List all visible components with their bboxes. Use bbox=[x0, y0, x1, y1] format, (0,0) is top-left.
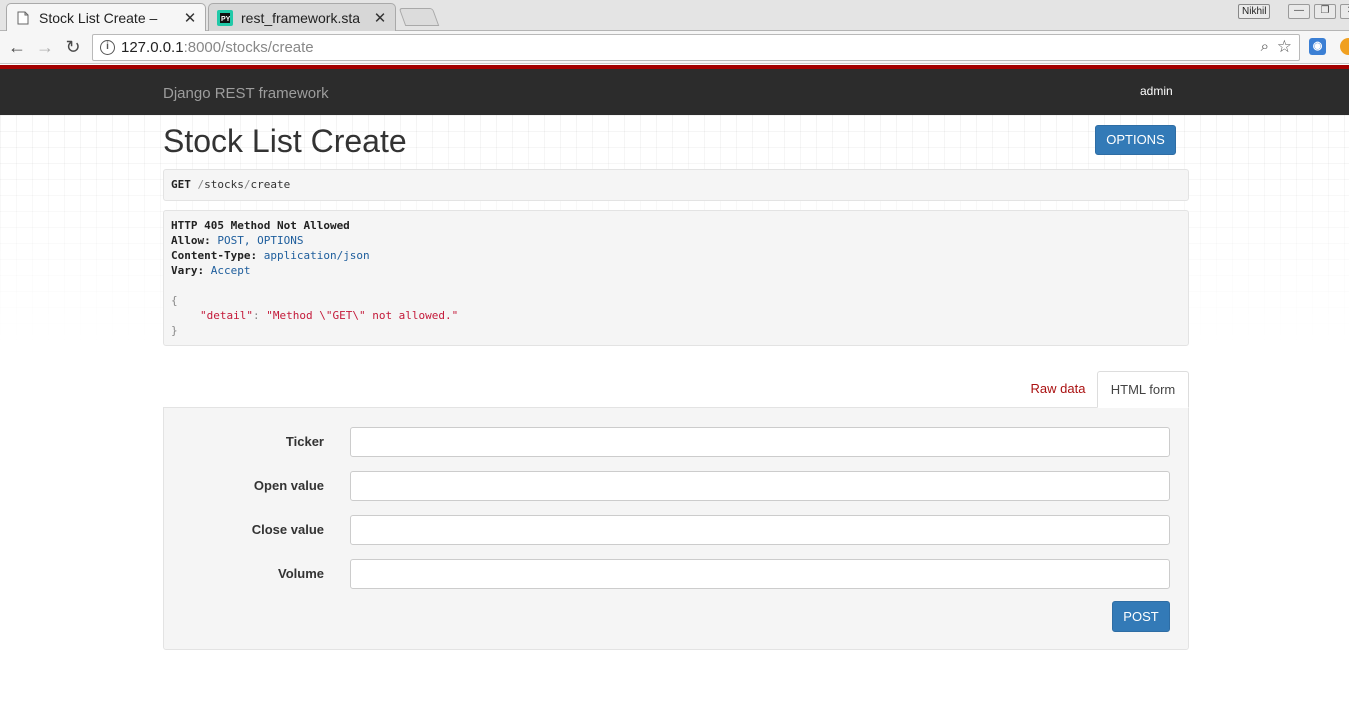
form-row-close-value: Close value bbox=[164, 515, 1190, 545]
browser-toolbar: ← → ↻ i 127.0.0.1:8000/stocks/create ⌕ ☆ bbox=[0, 31, 1349, 64]
post-button[interactable]: POST bbox=[1112, 601, 1170, 632]
request-info: GET /stocks/create bbox=[163, 169, 1189, 201]
browser-tab-active[interactable]: Stock List Create – ✕ bbox=[6, 3, 206, 31]
svg-text:PY: PY bbox=[221, 16, 231, 23]
response-header: Allow: POST, OPTIONS bbox=[171, 234, 304, 247]
open-value-input[interactable] bbox=[350, 471, 1170, 501]
volume-label: Volume bbox=[278, 566, 324, 581]
json-close-brace: } bbox=[171, 324, 178, 337]
response-header: Vary: Accept bbox=[171, 264, 251, 277]
page-title: Stock List Create bbox=[163, 123, 407, 159]
response-status: HTTP 405 Method Not Allowed bbox=[171, 219, 350, 232]
extension-icon[interactable]: ◉ bbox=[1309, 38, 1326, 55]
path-separator: / bbox=[243, 178, 251, 191]
browser-tabstrip: Stock List Create – ✕ PY rest_framework.… bbox=[0, 0, 1349, 31]
tab-html-form[interactable]: HTML form bbox=[1097, 371, 1189, 408]
json-key: "detail" bbox=[200, 309, 253, 322]
close-window-button[interactable]: ✕ bbox=[1340, 4, 1349, 19]
form-tabs: Raw data HTML form bbox=[163, 371, 1189, 408]
form-row-open-value: Open value bbox=[164, 471, 1190, 501]
forward-arrow-icon[interactable]: → bbox=[34, 36, 56, 58]
ticker-label: Ticker bbox=[285, 434, 324, 449]
json-colon: : bbox=[252, 309, 260, 322]
minimize-button[interactable]: — bbox=[1288, 4, 1310, 19]
navbar-brand[interactable]: Django REST framework bbox=[163, 85, 329, 102]
close-value-input[interactable] bbox=[350, 515, 1170, 545]
url-host: 127.0.0.1 bbox=[121, 39, 184, 56]
response-header: Content-Type: application/json bbox=[171, 249, 370, 262]
bookmark-star-icon[interactable]: ☆ bbox=[1277, 37, 1292, 57]
profile-badge[interactable]: Nikhil bbox=[1238, 4, 1271, 19]
ticker-input[interactable] bbox=[350, 427, 1170, 457]
volume-input[interactable] bbox=[350, 559, 1170, 589]
form-row-volume: Volume bbox=[164, 559, 1190, 589]
new-tab-button[interactable] bbox=[398, 8, 440, 26]
form-row-ticker: Ticker bbox=[164, 427, 1190, 457]
url-path: :8000/stocks/create bbox=[183, 39, 314, 56]
close-tab-icon[interactable]: ✕ bbox=[183, 9, 197, 27]
request-method: GET bbox=[171, 178, 191, 191]
zoom-icon[interactable]: ⌕ bbox=[1261, 38, 1269, 55]
json-line: "detail": "Method \"GET\" not allowed." bbox=[171, 308, 1181, 323]
url-text[interactable]: 127.0.0.1:8000/stocks/create bbox=[121, 39, 314, 56]
request-path-segment[interactable]: create bbox=[251, 178, 291, 191]
browser-tab-title: rest_framework.sta bbox=[241, 9, 361, 26]
maximize-button[interactable]: ❐ bbox=[1314, 4, 1336, 19]
back-arrow-icon[interactable]: ← bbox=[6, 36, 28, 58]
close-value-label: Close value bbox=[251, 522, 324, 537]
page-icon bbox=[15, 10, 31, 26]
open-value-label: Open value bbox=[253, 478, 324, 493]
pycharm-icon: PY bbox=[217, 9, 233, 26]
response-info: HTTP 405 Method Not Allowed Allow: POST,… bbox=[163, 210, 1189, 346]
options-button[interactable]: OPTIONS bbox=[1095, 125, 1176, 155]
browser-tab[interactable]: PY rest_framework.sta ✕ bbox=[208, 3, 396, 31]
tab-raw-data[interactable]: Raw data bbox=[1019, 371, 1097, 408]
navbar: Django REST framework admin bbox=[0, 69, 1349, 115]
navbar-user-menu[interactable]: admin bbox=[1140, 84, 1173, 98]
html-form: Ticker Open value Close value Volume bbox=[163, 407, 1189, 650]
json-open-brace: { bbox=[171, 294, 178, 307]
reload-icon[interactable]: ↻ bbox=[62, 36, 84, 58]
close-tab-icon[interactable]: ✕ bbox=[373, 9, 387, 27]
browser-tab-title: Stock List Create – bbox=[39, 9, 158, 26]
json-value: "Method \"GET\" not allowed." bbox=[266, 309, 459, 322]
request-path-segment[interactable]: stocks bbox=[204, 178, 244, 191]
info-icon[interactable]: i bbox=[100, 40, 115, 55]
address-bar[interactable]: i 127.0.0.1:8000/stocks/create ⌕ ☆ bbox=[92, 34, 1300, 61]
